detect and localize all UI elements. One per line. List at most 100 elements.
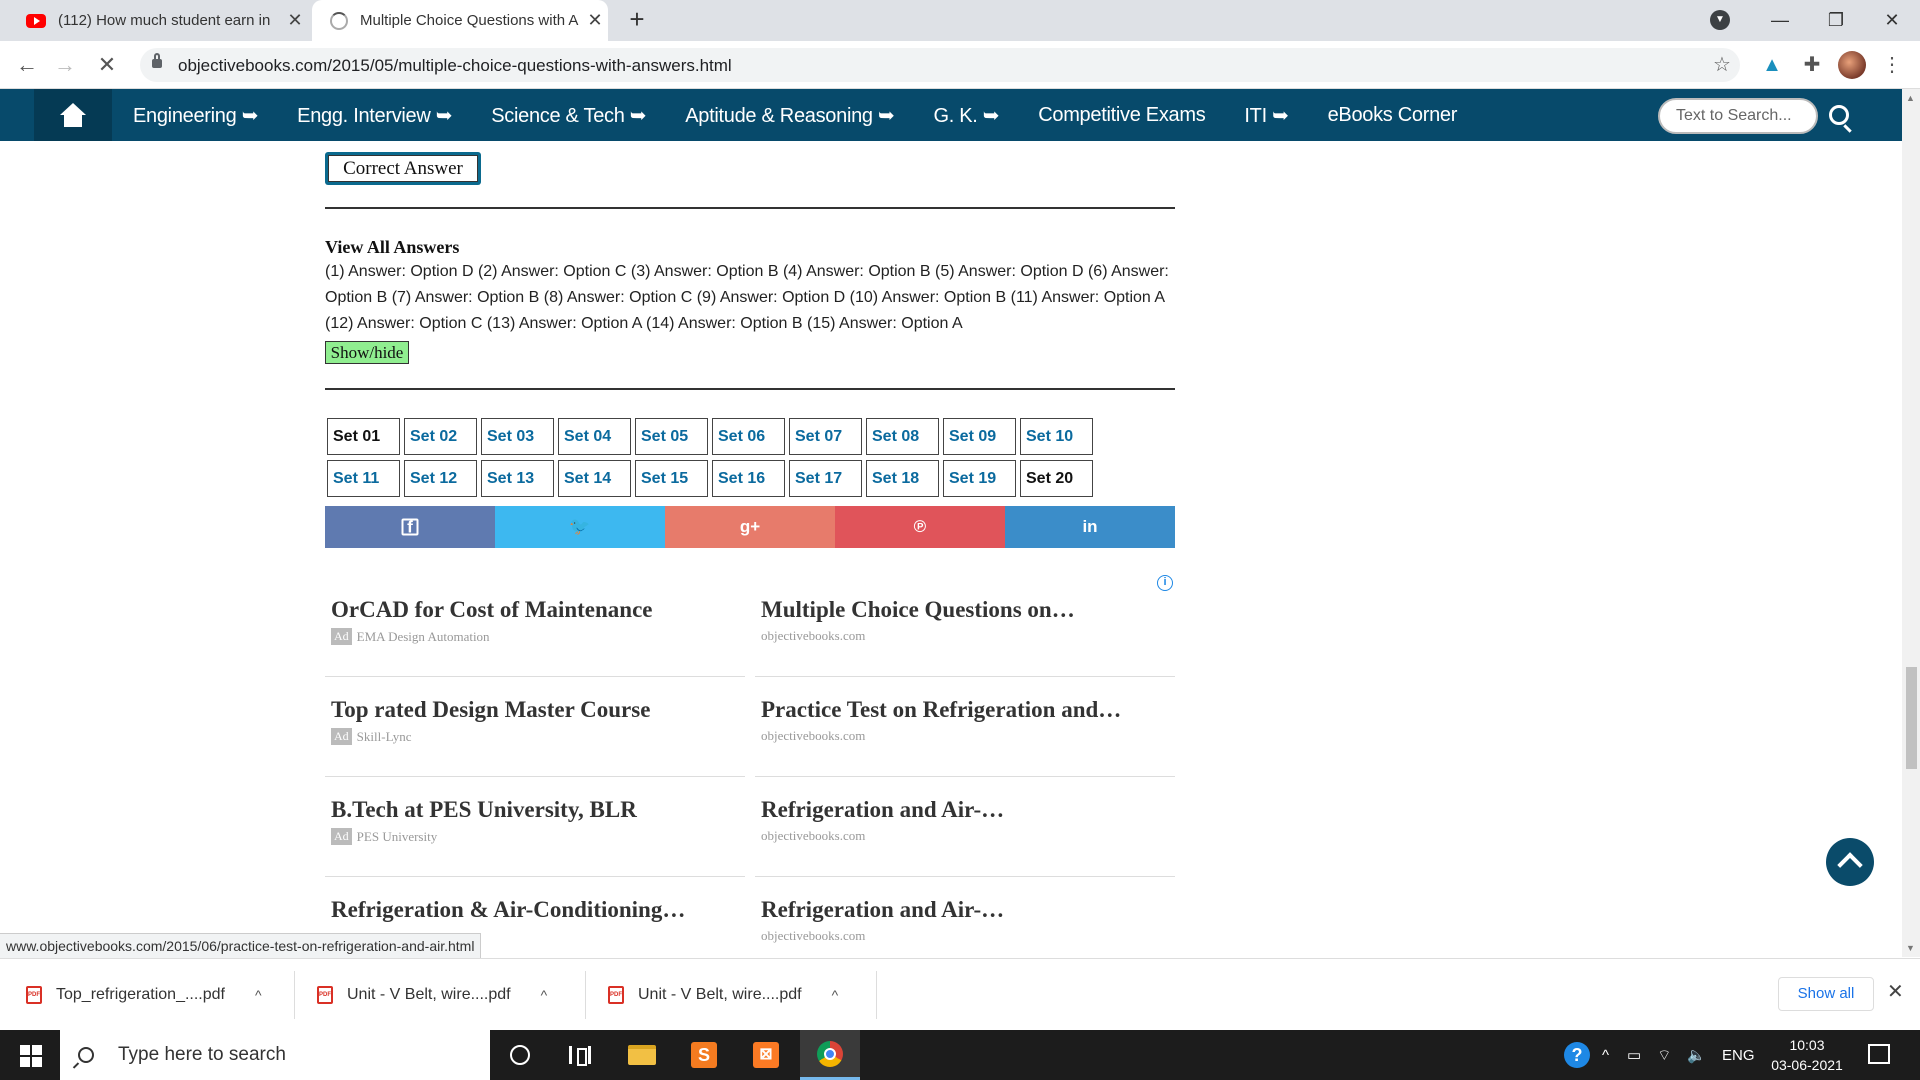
set-link-06[interactable]: Set 06: [712, 418, 785, 455]
tab-close-icon[interactable]: ✕: [582, 10, 608, 31]
show-hide-button[interactable]: Show/hide: [325, 341, 409, 364]
site-search-input[interactable]: [1660, 100, 1816, 132]
nav-item-ebooks[interactable]: eBooks Corner: [1328, 104, 1458, 127]
language-indicator[interactable]: ENG: [1722, 1047, 1755, 1064]
set-link-03[interactable]: Set 03: [481, 418, 554, 455]
ad-card[interactable]: OrCAD for Cost of Maintenance Ad EMA Desi…: [325, 577, 745, 677]
related-card[interactable]: Refrigeration and Air-… objectivebooks.c…: [755, 777, 1175, 877]
forward-arrow-icon[interactable]: →: [50, 51, 80, 81]
chevron-up-icon[interactable]: ^: [1602, 1047, 1609, 1064]
set-link-10[interactable]: Set 10: [1020, 418, 1093, 455]
share-pinterest-button[interactable]: ℗: [835, 506, 1005, 548]
nav-item-gk[interactable]: G. K. ➥: [933, 103, 999, 128]
view-all-answers-title: View All Answers: [325, 237, 460, 257]
related-card[interactable]: Practice Test on Refrigeration and… obje…: [755, 677, 1175, 777]
scroll-down-icon[interactable]: ▼: [1906, 943, 1915, 953]
notifications-icon[interactable]: [1868, 1044, 1890, 1064]
set-link-04[interactable]: Set 04: [558, 418, 631, 455]
show-all-downloads-button[interactable]: Show all: [1778, 977, 1874, 1011]
youtube-icon: [26, 13, 46, 28]
tab-search-icon[interactable]: ▼: [1710, 10, 1730, 30]
menu-kebab-icon[interactable]: ⋮: [1880, 53, 1904, 77]
chevron-up-icon[interactable]: ^: [541, 987, 548, 1003]
set-link-09[interactable]: Set 09: [943, 418, 1016, 455]
back-to-top-button[interactable]: [1826, 838, 1874, 886]
wifi-icon[interactable]: ⌔: [1657, 1046, 1671, 1065]
set-link-08[interactable]: Set 08: [866, 418, 939, 455]
help-icon[interactable]: ?: [1564, 1042, 1590, 1068]
set-link-19[interactable]: Set 19: [943, 460, 1016, 497]
download-item[interactable]: PDF Unit - V Belt, wire....pdf ^: [608, 959, 838, 1031]
download-item[interactable]: PDF Top_refrigeration_....pdf ^: [26, 959, 262, 1031]
nav-item-engg-interview[interactable]: Engg. Interview ➥: [297, 103, 452, 128]
ad-card[interactable]: Top rated Design Master Course Ad Skill-L…: [325, 677, 745, 777]
restore-icon[interactable]: ❐: [1808, 10, 1864, 31]
set-link-11[interactable]: Set 11: [327, 460, 400, 497]
related-source: objectivebooks.com: [761, 928, 866, 943]
share-twitter-button[interactable]: 🐦: [495, 506, 665, 548]
volume-icon[interactable]: 🔈: [1687, 1046, 1706, 1064]
tab-close-icon[interactable]: ✕: [282, 10, 308, 31]
xampp-button[interactable]: ⊠: [736, 1030, 796, 1080]
share-facebook-button[interactable]: f: [325, 506, 495, 548]
task-view-button[interactable]: [550, 1030, 610, 1080]
set-link-14[interactable]: Set 14: [558, 460, 631, 497]
puzzle-extensions-icon[interactable]: ✚: [1800, 53, 1824, 77]
related-title: Refrigeration and Air-…: [761, 897, 1005, 922]
scroll-up-icon[interactable]: ▲: [1906, 93, 1915, 103]
nav-item-aptitude[interactable]: Aptitude & Reasoning ➥: [685, 103, 894, 128]
bookmark-star-icon[interactable]: ☆: [1710, 53, 1734, 77]
chevron-up-icon[interactable]: ^: [832, 987, 839, 1003]
share-linkedin-button[interactable]: in: [1005, 506, 1175, 548]
correct-answer-button[interactable]: Correct Answer: [325, 152, 481, 185]
close-shelf-icon[interactable]: ✕: [1887, 979, 1904, 1004]
related-card[interactable]: Multiple Choice Questions on… objectiveb…: [755, 577, 1175, 677]
stop-loading-icon[interactable]: ✕: [92, 51, 122, 81]
set-link-15[interactable]: Set 15: [635, 460, 708, 497]
taskbar-search-box[interactable]: Type here to search: [60, 1030, 490, 1080]
scrollbar-thumb[interactable]: [1906, 667, 1917, 769]
set-link-12[interactable]: Set 12: [404, 460, 477, 497]
ad-card[interactable]: B.Tech at PES University, BLR Ad PES Univ…: [325, 777, 745, 877]
set-link-02[interactable]: Set 02: [404, 418, 477, 455]
search-icon[interactable]: [1829, 105, 1849, 125]
minimize-icon[interactable]: —: [1752, 10, 1808, 31]
share-google-plus-button[interactable]: g+: [665, 506, 835, 548]
nav-item-competitive-exams[interactable]: Competitive Exams: [1038, 104, 1205, 127]
address-bar[interactable]: objectivebooks.com/2015/05/multiple-choi…: [140, 48, 1740, 82]
page-scrollbar[interactable]: ▲ ▼: [1902, 89, 1920, 957]
nav-item-iti[interactable]: ITI ➥: [1244, 103, 1288, 128]
set-link-05[interactable]: Set 05: [635, 418, 708, 455]
sublime-text-button[interactable]: S: [674, 1030, 734, 1080]
download-item[interactable]: PDF Unit - V Belt, wire....pdf ^: [317, 959, 547, 1031]
cortana-button[interactable]: [490, 1030, 550, 1080]
set-link-01[interactable]: Set 01: [327, 418, 400, 455]
home-button[interactable]: [34, 89, 112, 141]
nav-item-engineering[interactable]: Engineering ➥: [133, 103, 258, 128]
correct-answer-label: Correct Answer: [328, 155, 478, 182]
battery-icon[interactable]: ▭: [1627, 1046, 1641, 1064]
extension-icon[interactable]: ▲: [1760, 53, 1784, 77]
chrome-taskbar-button[interactable]: [800, 1030, 860, 1080]
file-explorer-button[interactable]: [612, 1030, 672, 1080]
nav-item-science-tech[interactable]: Science & Tech ➥: [491, 103, 646, 128]
profile-avatar[interactable]: [1838, 51, 1866, 79]
set-link-16[interactable]: Set 16: [712, 460, 785, 497]
set-link-18[interactable]: Set 18: [866, 460, 939, 497]
set-link-17[interactable]: Set 17: [789, 460, 862, 497]
start-button[interactable]: [0, 1030, 60, 1080]
back-arrow-icon[interactable]: ←: [12, 51, 42, 81]
new-tab-button[interactable]: +: [622, 5, 652, 35]
chevron-up-icon[interactable]: ^: [255, 987, 262, 1003]
set-link-13[interactable]: Set 13: [481, 460, 554, 497]
site-navbar: Engineering ➥ Engg. Interview ➥ Science …: [0, 89, 1920, 141]
browser-tab-youtube[interactable]: (112) How much student earn in ✕: [12, 0, 308, 41]
taskbar-clock[interactable]: 10:03 03-06-2021: [1762, 1035, 1852, 1075]
set-link-07[interactable]: Set 07: [789, 418, 862, 455]
close-window-icon[interactable]: ✕: [1864, 10, 1920, 31]
link-status-bar: www.objectivebooks.com/2015/06/practice-…: [0, 933, 482, 958]
browser-tabstrip: (112) How much student earn in ✕ Multipl…: [0, 0, 1920, 41]
browser-tab-active[interactable]: Multiple Choice Questions with A ✕: [312, 0, 608, 41]
share-bar: f 🐦 g+ ℗ in: [325, 506, 1175, 548]
set-link-20[interactable]: Set 20: [1020, 460, 1093, 497]
